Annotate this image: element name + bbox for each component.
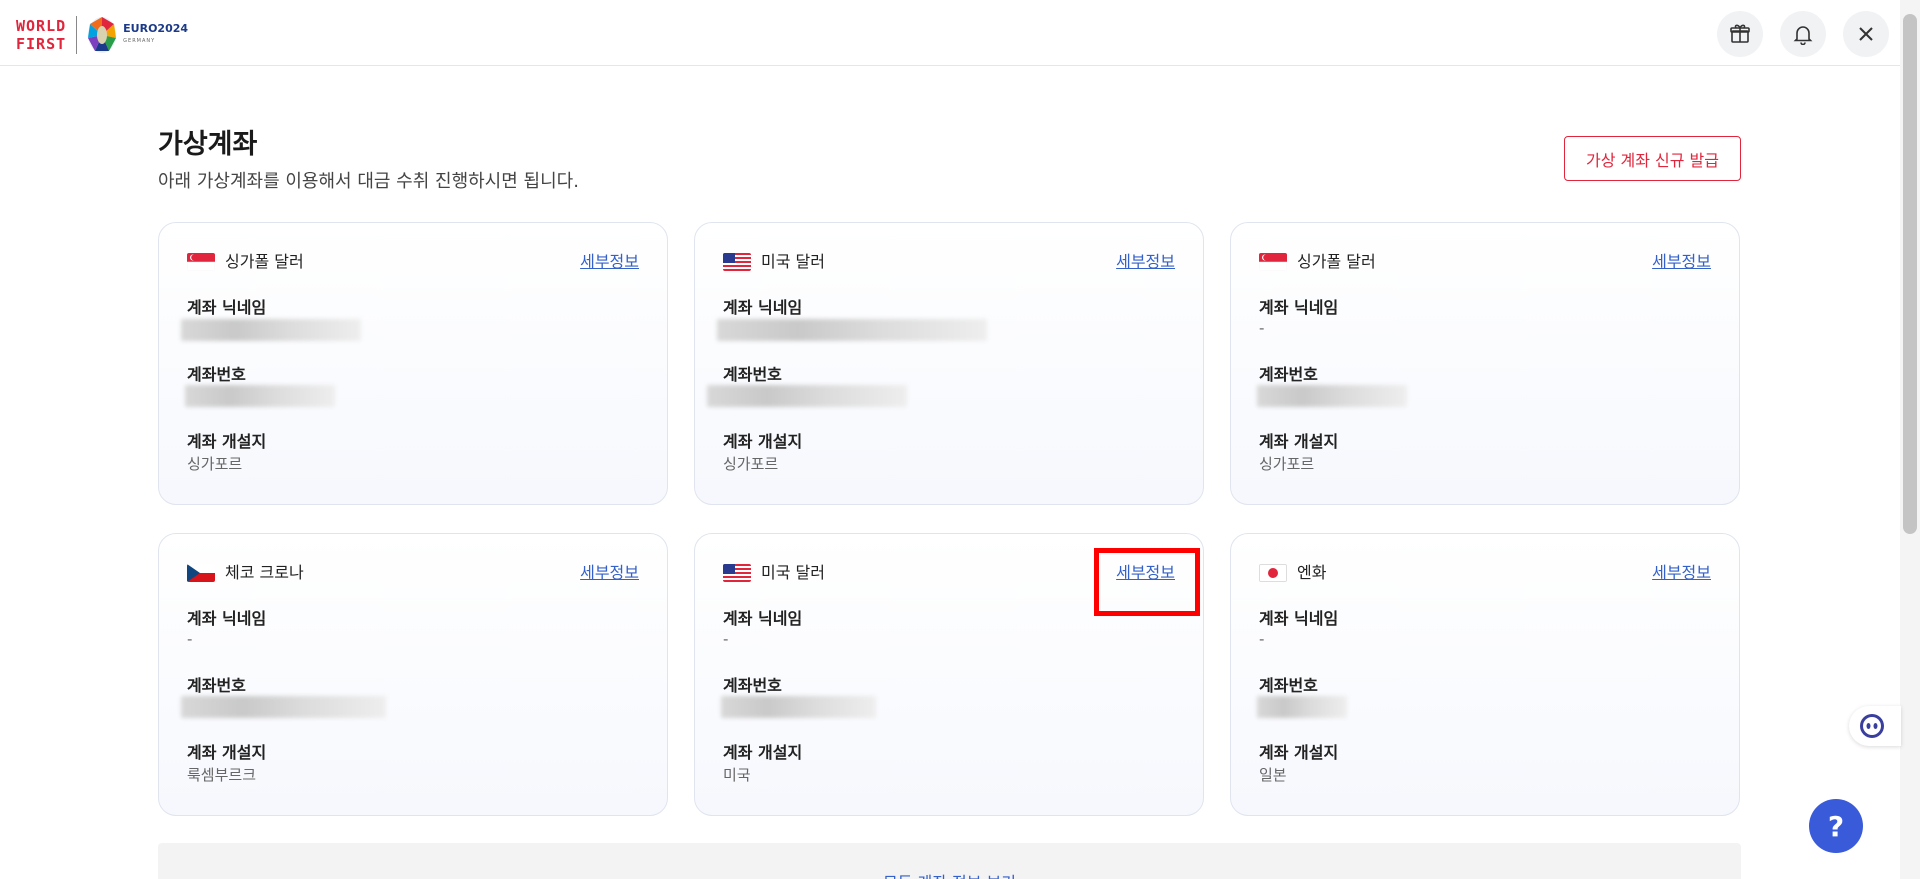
gift-button[interactable] (1717, 11, 1763, 57)
view-all-panel: 모든 계좌 정보 보기 (158, 843, 1741, 879)
currency-name: 체코 크로나 (225, 563, 304, 582)
sg-flag-icon (1259, 253, 1287, 271)
nickname-value: - (723, 630, 729, 648)
location-value: 싱가포르 (723, 455, 779, 473)
account-number-redacted (1257, 385, 1407, 407)
account-card: 체코 크로나 세부정보 계좌 닉네임 - 계좌번호 계좌 개설지 룩셈부르크 (158, 533, 668, 816)
currency-name: 미국 달러 (761, 252, 825, 271)
currency-name: 엔화 (1297, 563, 1327, 582)
account-number-label: 계좌번호 (187, 676, 246, 695)
jp-flag-icon (1259, 564, 1287, 582)
location-label: 계좌 개설지 (187, 432, 267, 451)
nickname-label: 계좌 닉네임 (723, 298, 803, 317)
nickname-value: - (187, 630, 193, 648)
location-label: 계좌 개설지 (187, 743, 267, 762)
location-value: 싱가포르 (1259, 455, 1315, 473)
highlight-box (1094, 548, 1200, 616)
account-card: 싱가폴 달러 세부정보 계좌 닉네임 계좌번호 계좌 개설지 싱가포르 (158, 222, 668, 505)
logo-line2: FIRST (16, 35, 67, 53)
account-number-label: 계좌번호 (723, 676, 782, 695)
detail-link[interactable]: 세부정보 (1652, 251, 1711, 273)
location-value: 룩셈부르크 (187, 766, 257, 784)
location-label: 계좌 개설지 (723, 743, 803, 762)
location-value: 일본 (1259, 766, 1287, 784)
help-button[interactable]: ? (1809, 799, 1863, 853)
currency-name: 싱가폴 달러 (1297, 252, 1376, 271)
us-flag-icon (723, 253, 751, 271)
account-number-redacted (707, 385, 907, 407)
location-value: 싱가포르 (187, 455, 243, 473)
nickname-label: 계좌 닉네임 (723, 609, 803, 628)
location-label: 계좌 개설지 (723, 432, 803, 451)
nickname-value: - (1259, 319, 1265, 337)
detail-link[interactable]: 세부정보 (1652, 562, 1711, 584)
currency-name: 싱가폴 달러 (225, 252, 304, 271)
nickname-label: 계좌 닉네임 (1259, 609, 1339, 628)
account-number-label: 계좌번호 (1259, 676, 1318, 695)
euro2024-trophy-icon (87, 16, 117, 54)
top-bar: WORLD FIRST EURO2024 GERMANY (0, 0, 1900, 66)
account-number-redacted (185, 385, 335, 407)
nickname-label: 계좌 닉네임 (1259, 298, 1339, 317)
close-icon (1859, 27, 1873, 41)
location-label: 계좌 개설지 (1259, 743, 1339, 762)
location-label: 계좌 개설지 (1259, 432, 1339, 451)
page-subtitle: 아래 가상계좌를 이용해서 대금 수취 진행하시면 됩니다. (158, 171, 579, 192)
logo-divider (76, 16, 78, 54)
logo[interactable]: WORLD FIRST EURO2024 GERMANY (16, 16, 188, 54)
account-number-redacted (721, 696, 876, 718)
account-card: 엔화 세부정보 계좌 닉네임 - 계좌번호 계좌 개설지 일본 (1230, 533, 1740, 816)
account-number-redacted (181, 696, 386, 718)
account-card: 미국 달러 세부정보 계좌 닉네임 계좌번호 계좌 개설지 싱가포르 (694, 222, 1204, 505)
sg-flag-icon (187, 253, 215, 271)
account-number-label: 계좌번호 (187, 365, 246, 384)
notification-button[interactable] (1780, 11, 1826, 57)
close-button[interactable] (1843, 11, 1889, 57)
us-flag-icon (723, 564, 751, 582)
nickname-value-redacted (717, 319, 987, 341)
account-number-label: 계좌번호 (723, 365, 782, 384)
chatbot-button[interactable] (1849, 706, 1901, 746)
currency-name: 미국 달러 (761, 563, 825, 582)
nickname-label: 계좌 닉네임 (187, 609, 267, 628)
scrollbar[interactable] (1900, 0, 1920, 879)
nickname-value-redacted (181, 319, 361, 341)
detail-link[interactable]: 세부정보 (1116, 251, 1175, 273)
account-card: 싱가폴 달러 세부정보 계좌 닉네임 - 계좌번호 계좌 개설지 싱가포르 (1230, 222, 1740, 505)
gift-icon (1730, 24, 1750, 43)
cz-flag-icon (187, 564, 215, 582)
logo-line1: WORLD (16, 17, 67, 35)
account-number-label: 계좌번호 (1259, 365, 1318, 384)
euro-subtitle: GERMANY (123, 38, 156, 44)
page-title: 가상계좌 (158, 129, 258, 160)
new-virtual-account-button[interactable]: 가상 계좌 신규 발급 (1564, 136, 1741, 181)
scrollbar-thumb[interactable] (1903, 14, 1917, 534)
detail-link[interactable]: 세부정보 (580, 562, 639, 584)
bell-icon (1793, 26, 1813, 45)
nickname-label: 계좌 닉네임 (187, 298, 267, 317)
chatbot-icon (1860, 714, 1884, 738)
account-number-redacted (1257, 696, 1347, 718)
location-value: 미국 (723, 766, 751, 784)
nickname-value: - (1259, 630, 1265, 648)
view-all-accounts-link[interactable]: 모든 계좌 정보 보기 (158, 869, 1741, 879)
detail-link[interactable]: 세부정보 (580, 251, 639, 273)
euro-title: EURO2024 (123, 22, 189, 35)
